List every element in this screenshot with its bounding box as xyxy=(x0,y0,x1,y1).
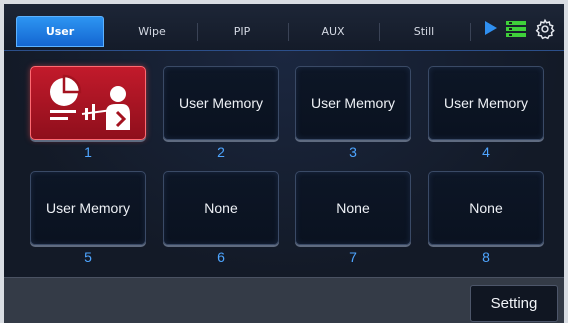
play-icon[interactable] xyxy=(484,20,498,40)
memory-number-2: 2 xyxy=(217,144,225,160)
memory-slot-label: User Memory xyxy=(310,95,395,111)
memory-slot-6[interactable]: None xyxy=(163,171,279,245)
tab-pip[interactable]: PIP xyxy=(198,16,286,47)
tab-still[interactable]: Still xyxy=(380,16,468,47)
memory-slot-label: User Memory xyxy=(443,95,528,111)
settings-gear-icon[interactable] xyxy=(534,18,556,44)
memory-slot-label: User Memory xyxy=(45,200,130,216)
memory-number-7: 7 xyxy=(349,249,357,265)
memory-number-5: 5 xyxy=(84,249,92,265)
bottom-bar: Setting xyxy=(4,277,564,323)
tab-user[interactable]: User xyxy=(16,16,104,47)
memory-slot-2[interactable]: User Memory xyxy=(163,66,279,140)
switcher-screen: User Wipe PIP AUX Still User Memory User… xyxy=(4,4,564,323)
tab-divider xyxy=(470,23,471,41)
memory-number-1: 1 xyxy=(84,144,92,160)
memory-slot-5[interactable]: User Memory xyxy=(30,171,146,245)
memory-slot-label: None xyxy=(336,200,370,216)
memory-number-3: 3 xyxy=(349,144,357,160)
presenter-pie-chart-icon xyxy=(38,72,138,135)
memory-slot-8[interactable]: None xyxy=(428,171,544,245)
memory-slot-label: None xyxy=(469,200,503,216)
memory-number-6: 6 xyxy=(217,249,225,265)
memory-slot-7[interactable]: None xyxy=(295,171,411,245)
tab-wipe[interactable]: Wipe xyxy=(108,16,196,47)
memory-slot-1[interactable] xyxy=(30,66,146,140)
tab-bar: User Wipe PIP AUX Still xyxy=(4,4,564,51)
memory-slot-4[interactable]: User Memory xyxy=(428,66,544,140)
user-memory-grid: User Memory User Memory User Memory 1 2 … xyxy=(4,51,564,277)
multiview-icon[interactable] xyxy=(506,21,526,41)
memory-slot-label: None xyxy=(204,200,238,216)
memory-number-8: 8 xyxy=(482,249,490,265)
memory-slot-label: User Memory xyxy=(178,95,263,111)
tab-aux[interactable]: AUX xyxy=(289,16,377,47)
memory-number-4: 4 xyxy=(482,144,490,160)
memory-slot-3[interactable]: User Memory xyxy=(295,66,411,140)
setting-button[interactable]: Setting xyxy=(470,285,558,322)
